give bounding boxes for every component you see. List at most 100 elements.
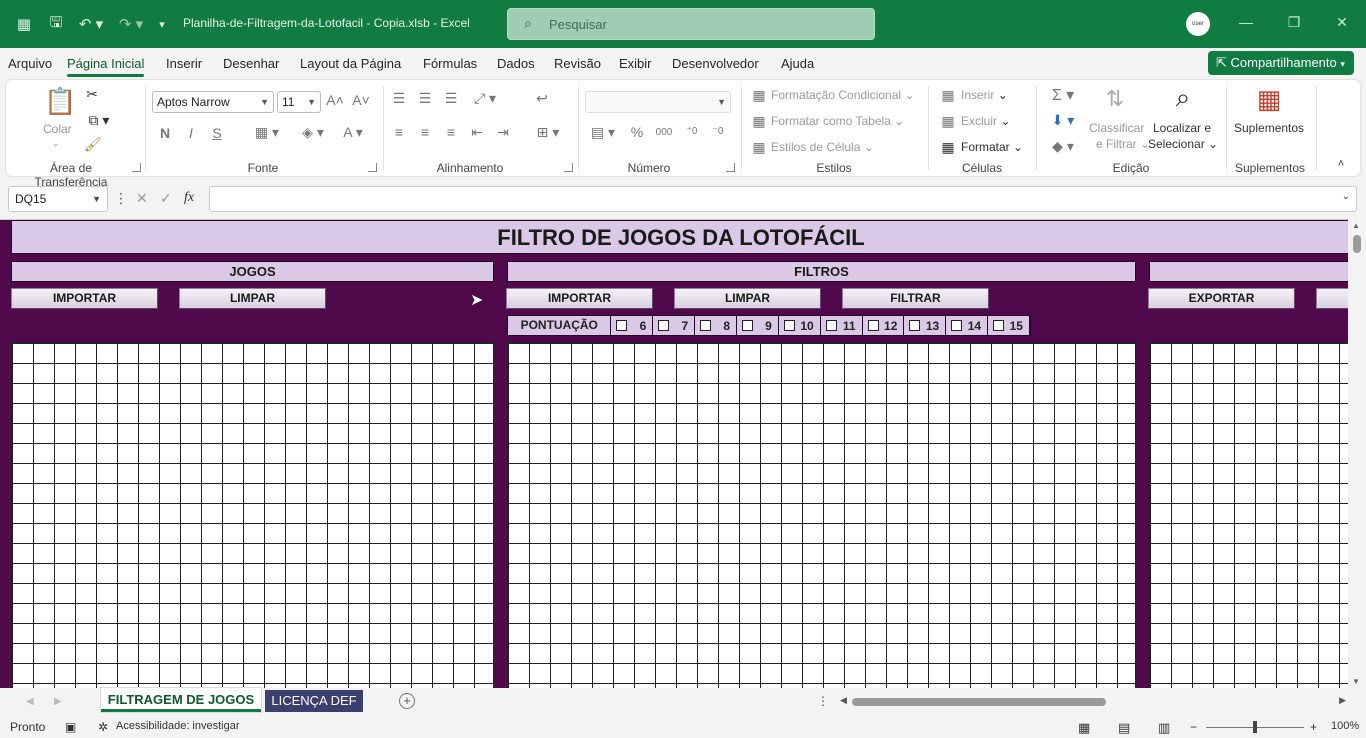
merge-center-icon[interactable]: ⊞ ▾ — [530, 124, 566, 141]
tab-ajuda[interactable]: Ajuda — [781, 56, 814, 71]
tab-desenhar[interactable]: Desenhar — [223, 56, 279, 71]
scroll-up-icon[interactable]: ▲ — [1352, 221, 1360, 230]
macro-record-icon[interactable]: ▣ — [65, 720, 76, 734]
zoom-level[interactable]: 100% — [1331, 720, 1359, 732]
increase-indent-icon[interactable]: ⇥ — [496, 124, 510, 141]
page-break-view-icon[interactable]: ▥ — [1158, 720, 1170, 736]
tab-revisao[interactable]: Revisão — [554, 56, 601, 71]
tab-layout[interactable]: Layout da Página — [300, 56, 401, 71]
clear-icon[interactable]: ◆ ▾ — [1048, 138, 1078, 155]
sort-filter-label-1[interactable]: Classificar — [1089, 121, 1144, 135]
sheet-tab-licenca[interactable]: LICENÇA DEF — [265, 690, 363, 712]
cell-styles-button[interactable]: Estilos de Célula ⌄ — [771, 140, 874, 154]
align-center-icon[interactable]: ≡ — [418, 124, 432, 140]
dialog-launcher-icon[interactable] — [564, 163, 573, 172]
more-tabs-icon[interactable]: ⋮ — [817, 694, 829, 708]
tab-exibir[interactable]: Exibir — [619, 56, 652, 71]
borders-icon[interactable]: ▦ ▾ — [250, 124, 284, 141]
percent-icon[interactable]: % — [628, 124, 646, 140]
align-right-icon[interactable]: ≡ — [444, 124, 458, 140]
conditional-format-button[interactable]: Formatação Condicional ⌄ — [771, 88, 914, 102]
dialog-launcher-icon[interactable] — [726, 163, 735, 172]
undo-icon[interactable]: ↶ ▾ — [76, 14, 106, 34]
tab-pagina-inicial[interactable]: Página Inicial — [67, 56, 145, 77]
increase-font-icon[interactable]: A˄ — [326, 92, 344, 108]
decrease-font-icon[interactable]: A˅ — [352, 92, 370, 108]
zoom-out-icon[interactable]: − — [1190, 720, 1197, 734]
share-button[interactable]: ⇱ Compartilhamento ▾ — [1208, 51, 1354, 75]
tab-inserir[interactable]: Inserir — [166, 56, 202, 71]
thousands-separator-icon[interactable]: 000 — [654, 127, 674, 138]
formula-input[interactable]: ⌄ — [209, 186, 1357, 212]
copy-icon[interactable]: ⧉ ▾ — [84, 112, 114, 129]
tab-formulas[interactable]: Fórmulas — [423, 56, 477, 71]
vertical-scroll-thumb[interactable] — [1353, 235, 1361, 253]
tab-desenvolvedor[interactable]: Desenvolvedor — [672, 56, 759, 71]
export-grid[interactable] — [1149, 342, 1348, 688]
insert-cells-icon[interactable]: ▦ — [940, 87, 956, 104]
checkbox-icon[interactable] — [616, 320, 628, 331]
sheet-tab-filtragem[interactable]: FILTRAGEM DE JOGOS — [101, 688, 261, 712]
name-box[interactable]: DQ15 ▼ — [8, 186, 108, 212]
score-option-13[interactable]: 13 — [904, 316, 947, 335]
accessibility-status[interactable]: Acessibilidade: investigar — [116, 720, 240, 732]
more-options-icon[interactable]: ⋮ — [114, 190, 128, 207]
find-select-label-2[interactable]: Selecionar ⌄ — [1148, 137, 1218, 151]
font-size-select[interactable]: 11 ▼ — [277, 91, 321, 113]
tab-arquivo[interactable]: Arquivo — [8, 56, 52, 71]
expand-formula-icon[interactable]: ⌄ — [1342, 191, 1350, 202]
increase-decimal-icon[interactable]: ⁺0 — [682, 126, 702, 137]
align-left-icon[interactable]: ≡ — [392, 124, 406, 140]
jogos-grid[interactable] — [11, 342, 494, 688]
score-option-15[interactable]: 15 — [988, 316, 1030, 335]
find-select-label-1[interactable]: Localizar e — [1153, 121, 1211, 135]
score-option-11[interactable]: 11 — [821, 316, 863, 335]
decrease-indent-icon[interactable]: ⇤ — [470, 124, 484, 141]
paste-icon[interactable]: 📋 — [44, 86, 76, 117]
checkbox-icon[interactable] — [658, 320, 670, 331]
orientation-icon[interactable]: ⤢ ▾ — [470, 90, 500, 107]
score-option-10[interactable]: 10 — [779, 316, 821, 335]
sort-filter-icon[interactable]: ⇅ — [1098, 86, 1132, 112]
collapse-ribbon-icon[interactable]: ˄ — [1334, 158, 1348, 170]
wrap-text-icon[interactable]: ↩ — [534, 90, 550, 107]
enter-icon[interactable]: ✓ — [160, 190, 172, 207]
restore-icon[interactable]: ❐ — [1282, 14, 1306, 34]
checkbox-icon[interactable] — [951, 320, 963, 331]
format-painter-icon[interactable]: 🖌 — [84, 136, 102, 153]
format-as-table-button[interactable]: Formatar como Tabela ⌄ — [771, 114, 904, 128]
zoom-in-icon[interactable]: + — [1310, 720, 1317, 734]
exportar-button[interactable]: EXPORTAR — [1148, 288, 1295, 309]
autosum-icon[interactable]: Σ ▾ — [1048, 85, 1078, 105]
sort-filter-label-2[interactable]: e Filtrar ⌄ — [1096, 137, 1150, 151]
fill-color-icon[interactable]: ◈ ▾ — [296, 124, 330, 141]
tab-dados[interactable]: Dados — [497, 56, 535, 71]
fill-icon[interactable]: ⬇ ▾ — [1048, 112, 1078, 129]
dialog-launcher-icon[interactable] — [132, 163, 141, 172]
align-top-icon[interactable]: ☰ — [392, 90, 406, 107]
zoom-slider-thumb[interactable] — [1253, 721, 1257, 733]
extra-sheet-button[interactable] — [1316, 288, 1348, 309]
customize-toolbar-icon[interactable]: ▾ — [152, 14, 172, 34]
score-option-7[interactable]: 7 — [653, 316, 696, 335]
checkbox-icon[interactable] — [742, 320, 754, 331]
chevron-down-icon[interactable]: ⌄ — [52, 138, 60, 149]
insert-cells-button[interactable]: Inserir ⌄ — [961, 88, 1008, 102]
checkbox-icon[interactable] — [867, 320, 879, 331]
checkbox-icon[interactable] — [825, 320, 837, 331]
checkbox-icon[interactable] — [993, 320, 1005, 331]
cut-icon[interactable]: ✂ — [84, 86, 100, 103]
accounting-format-icon[interactable]: ▤ ▾ — [586, 124, 620, 141]
avatar[interactable]: user — [1186, 12, 1210, 36]
decrease-decimal-icon[interactable]: ⁻0 — [708, 126, 728, 137]
checkbox-icon[interactable] — [783, 320, 795, 331]
addins-button[interactable]: Suplementos — [1234, 121, 1304, 135]
score-option-12[interactable]: 12 — [863, 316, 905, 335]
paste-label[interactable]: Colar — [43, 122, 72, 136]
addins-icon[interactable]: ▦ — [1254, 84, 1284, 115]
number-format-select[interactable]: ▼ — [585, 91, 731, 113]
score-option-9[interactable]: 9 — [737, 316, 779, 335]
font-color-icon[interactable]: A ▾ — [336, 124, 370, 141]
format-cells-button[interactable]: Formatar ⌄ — [961, 140, 1023, 154]
align-bottom-icon[interactable]: ☰ — [444, 90, 458, 107]
